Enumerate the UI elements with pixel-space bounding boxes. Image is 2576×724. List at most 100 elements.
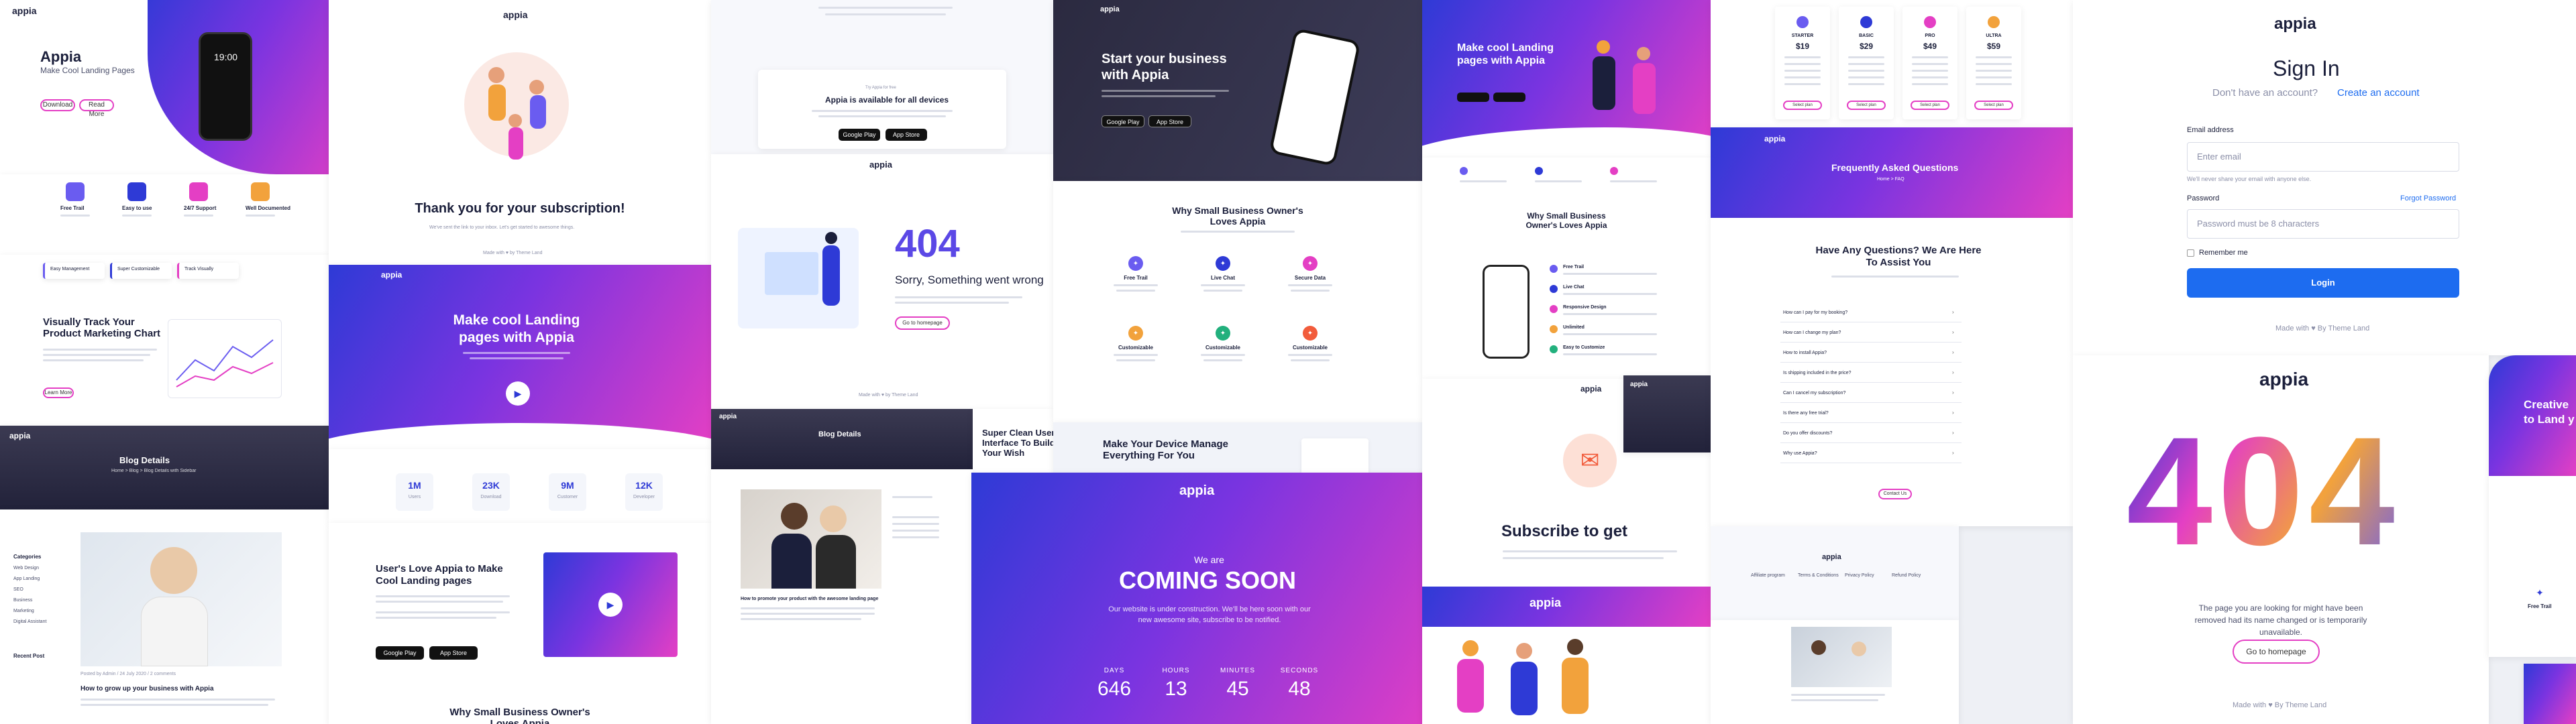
text-line bbox=[1848, 76, 1884, 78]
footer-link[interactable]: Privacy Policy bbox=[1845, 573, 1874, 578]
create-account-link[interactable]: Create an account bbox=[2337, 87, 2420, 99]
email-field[interactable]: Enter email bbox=[2187, 142, 2459, 172]
forgot-password-link[interactable]: Forgot Password bbox=[2400, 194, 2456, 202]
google-play-button[interactable]: Google Play bbox=[1102, 115, 1144, 127]
sidebar-item[interactable]: Business bbox=[13, 598, 32, 603]
google-play-button[interactable]: Google Play bbox=[376, 646, 424, 660]
users-love-tile: User's Love Appia to Make Cool Landing p… bbox=[329, 523, 711, 724]
monitor-icon bbox=[765, 252, 818, 295]
feature-icon bbox=[189, 182, 208, 201]
brand-logo[interactable]: appia bbox=[2274, 15, 2316, 34]
device-title: Make Your Device Manage Everything For Y… bbox=[1103, 438, 1229, 461]
brand-logo[interactable]: appia bbox=[1764, 134, 1785, 143]
brand-logo[interactable]: appia bbox=[381, 270, 402, 280]
faq-item[interactable]: Why use Appia? › bbox=[1780, 448, 1962, 463]
text-line bbox=[1912, 83, 1948, 85]
brand-logo[interactable]: appia bbox=[12, 5, 37, 16]
person-body bbox=[141, 597, 208, 666]
faq-item[interactable]: Do you offer discounts? › bbox=[1780, 428, 1962, 443]
feature-label: Customizable bbox=[1292, 345, 1328, 351]
text-line bbox=[1288, 354, 1332, 356]
faq-item[interactable]: Is shipping included in the price? › bbox=[1780, 368, 1962, 383]
error-code: 404 bbox=[2127, 402, 2400, 580]
brand-logo[interactable]: appia bbox=[1822, 553, 1841, 561]
learn-more-button[interactable]: Learn More bbox=[43, 387, 74, 398]
brand-logo[interactable]: appia bbox=[719, 413, 737, 420]
faq-item[interactable]: How can I change my plan? › bbox=[1780, 328, 1962, 343]
available-title: Appia is available for all devices bbox=[825, 95, 949, 105]
faq-item[interactable]: How to install Appia? › bbox=[1780, 348, 1962, 363]
play-icon[interactable]: ▶ bbox=[598, 593, 623, 617]
brand-logo[interactable]: appia bbox=[1100, 5, 1120, 13]
available-card: Try Appia for free Appia is available fo… bbox=[758, 70, 1006, 149]
brand-logo[interactable]: appia bbox=[1580, 384, 1601, 394]
faq-question: How can I change my plan? bbox=[1783, 330, 1841, 335]
remember-checkbox[interactable] bbox=[2187, 249, 2194, 257]
text-line bbox=[895, 296, 1022, 298]
faq-item[interactable]: Is there any free trial? › bbox=[1780, 408, 1962, 423]
subscribe-title: Subscribe to get bbox=[1501, 522, 1628, 540]
select-plan-button[interactable]: Select plan bbox=[1783, 101, 1822, 110]
person-image bbox=[150, 547, 197, 594]
brand-logo[interactable]: appia bbox=[1630, 381, 1648, 388]
person-body bbox=[1511, 662, 1538, 715]
footer-link[interactable]: Refund Policy bbox=[1892, 573, 1921, 578]
pricing-card: PRO $49 Select plan bbox=[1902, 7, 1957, 119]
footer-link[interactable]: Terms & Conditions bbox=[1798, 573, 1839, 578]
envelope-icon: ✉ bbox=[1563, 434, 1617, 487]
text-line bbox=[1784, 56, 1821, 58]
go-to-homepage-button[interactable]: Go to homepage bbox=[895, 316, 950, 330]
app-store-button[interactable]: App Store bbox=[429, 646, 478, 660]
faq-item[interactable]: How can I pay for my booking? › bbox=[1780, 308, 1962, 322]
person-body bbox=[1593, 56, 1615, 110]
footer-link[interactable]: Affiliate program bbox=[1751, 573, 1785, 578]
person-image bbox=[781, 503, 808, 530]
google-play-button[interactable]: Google Play bbox=[839, 129, 880, 141]
sidebar-item[interactable]: Digital Assistant bbox=[13, 619, 46, 624]
sidebar-item[interactable]: SEO bbox=[13, 587, 23, 592]
edge-banner: appia bbox=[1623, 375, 1711, 452]
blog-image bbox=[741, 489, 881, 589]
faq-item[interactable]: Can I cancel my subscription? › bbox=[1780, 388, 1962, 403]
select-plan-button[interactable]: Select plan bbox=[1974, 101, 2013, 110]
read-more-button[interactable]: Read More bbox=[79, 99, 114, 118]
text-line bbox=[1116, 290, 1155, 292]
pill-label: Super Customizable bbox=[117, 267, 160, 272]
feature-label: Easy to Customize bbox=[1563, 345, 1605, 350]
brand-logo[interactable]: appia bbox=[503, 9, 528, 20]
text-line bbox=[741, 618, 861, 620]
app-store-button[interactable]: App Store bbox=[885, 129, 927, 141]
play-icon[interactable]: ▶ bbox=[506, 381, 530, 406]
text-line bbox=[1976, 76, 2012, 78]
coming-text: Our website is under construction. We'll… bbox=[1108, 605, 1311, 624]
sidebar-item[interactable]: App Landing bbox=[13, 577, 40, 581]
password-field[interactable]: Password must be 8 characters bbox=[2187, 209, 2459, 239]
app-store-button[interactable]: App Store bbox=[1148, 115, 1191, 127]
remember-label: Remember me bbox=[2199, 249, 2248, 257]
error-404b-tile: appia 404 The page you are looking for m… bbox=[2073, 355, 2489, 724]
brand-logo[interactable]: appia bbox=[869, 160, 892, 170]
feature-icon bbox=[1550, 345, 1558, 353]
brand-logo[interactable]: appia bbox=[9, 431, 30, 440]
app-store-button[interactable] bbox=[1493, 93, 1525, 102]
select-plan-button[interactable]: Select plan bbox=[1911, 101, 1949, 110]
sidebar-item[interactable]: Web Design bbox=[13, 566, 39, 570]
plan-icon bbox=[1860, 16, 1872, 28]
chevron-down-icon: › bbox=[1952, 309, 1954, 315]
text-line bbox=[1976, 63, 2012, 65]
text-line bbox=[818, 115, 946, 117]
select-plan-button[interactable]: Select plan bbox=[1847, 101, 1886, 110]
contact-us-button[interactable]: Contact Us bbox=[1878, 489, 1912, 499]
brand-logo[interactable]: appia bbox=[2259, 369, 2308, 390]
google-play-button[interactable] bbox=[1457, 93, 1489, 102]
text-line bbox=[1535, 180, 1582, 182]
download-button[interactable]: Download bbox=[40, 99, 75, 111]
login-button[interactable]: Login bbox=[2187, 268, 2459, 298]
wave-divider bbox=[1422, 127, 1711, 158]
text-line bbox=[1563, 293, 1657, 295]
go-to-homepage-button[interactable]: Go to homepage bbox=[2233, 640, 2320, 664]
brand-logo[interactable]: appia bbox=[1179, 483, 1214, 499]
sidebar-item[interactable]: Marketing bbox=[13, 609, 34, 613]
hero3-tile: Make cool Landing pages with Appia bbox=[1422, 0, 1711, 158]
brand-logo[interactable]: appia bbox=[1529, 596, 1561, 610]
